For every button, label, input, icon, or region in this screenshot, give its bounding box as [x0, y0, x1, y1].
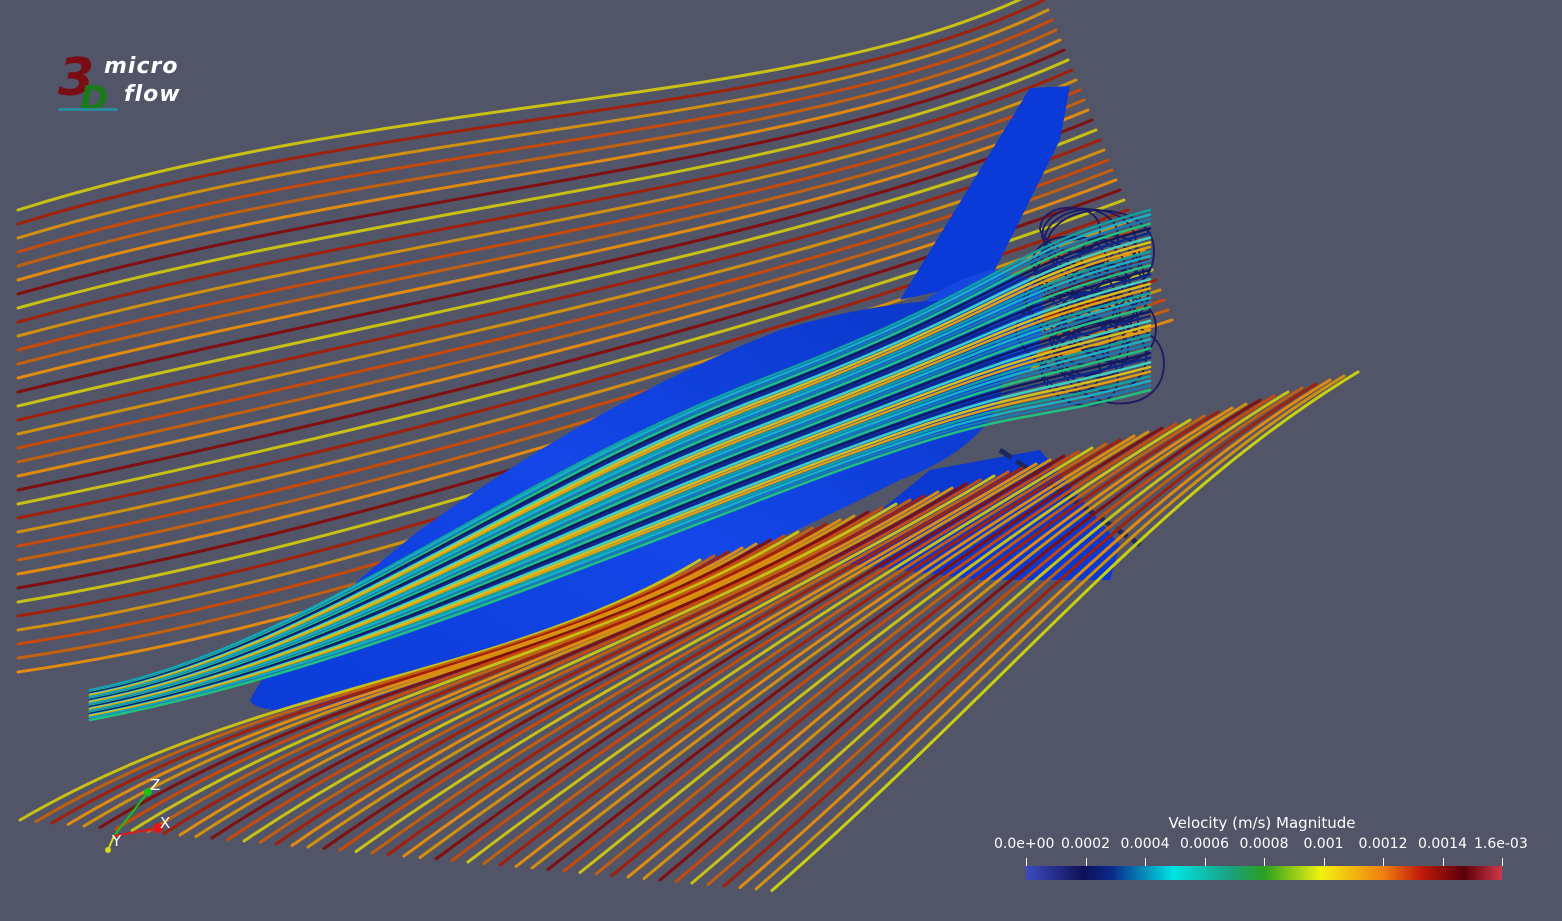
logo-underline — [58, 108, 118, 111]
legend-tick-label: 0.0002 — [1061, 836, 1110, 852]
legend-tick-labels: 0.0e+00 0.0002 0.0004 0.0006 0.0008 0.001 0.00… — [994, 836, 1534, 856]
y-axis-tip — [105, 847, 111, 853]
legend-tick-label: 0.0014 — [1418, 836, 1467, 852]
z-axis-line — [113, 791, 149, 837]
y-axis-label: Y — [112, 832, 122, 850]
flow-visualization — [16, 0, 1360, 892]
legend-tick-mark — [1145, 858, 1146, 866]
legend-tick-label: 0.0004 — [1120, 836, 1170, 852]
z-axis-label: Z — [150, 776, 161, 794]
legend-tick-mark — [1383, 858, 1384, 866]
legend-tick-mark — [1502, 858, 1503, 866]
legend-tick-mark — [1026, 858, 1027, 866]
legend-tick-mark — [1323, 858, 1325, 866]
logo-word-top: micro — [104, 54, 179, 79]
legend-colorbar — [1026, 866, 1502, 880]
legend-tick-mark — [1085, 858, 1087, 866]
legend-title: Velocity (m/s) Magnitude — [1168, 814, 1356, 832]
legend-tick-label: 0.0006 — [1180, 836, 1229, 852]
legend-tick-label: 0.0012 — [1358, 836, 1408, 852]
legend-tick-mark — [1264, 858, 1265, 866]
legend-tick-label: 0.001 — [1303, 836, 1344, 852]
legend-tick-label: 1.6e-03 — [1474, 836, 1528, 852]
legend-tick-label: 0.0008 — [1239, 836, 1289, 852]
logo-word-bottom: flow — [124, 82, 181, 107]
color-legend: Velocity (m/s) Magnitude 0.0e+00 0.0002 0.… — [994, 814, 1534, 886]
orientation-axes: Z X Y — [98, 776, 178, 856]
company-logo: 3 D micro flow — [58, 52, 198, 118]
legend-tick-mark — [1442, 858, 1444, 866]
legend-tick-label: 0.0e+00 — [994, 836, 1055, 852]
x-axis-label: X — [160, 814, 171, 832]
legend-tick-mark — [1204, 858, 1206, 866]
